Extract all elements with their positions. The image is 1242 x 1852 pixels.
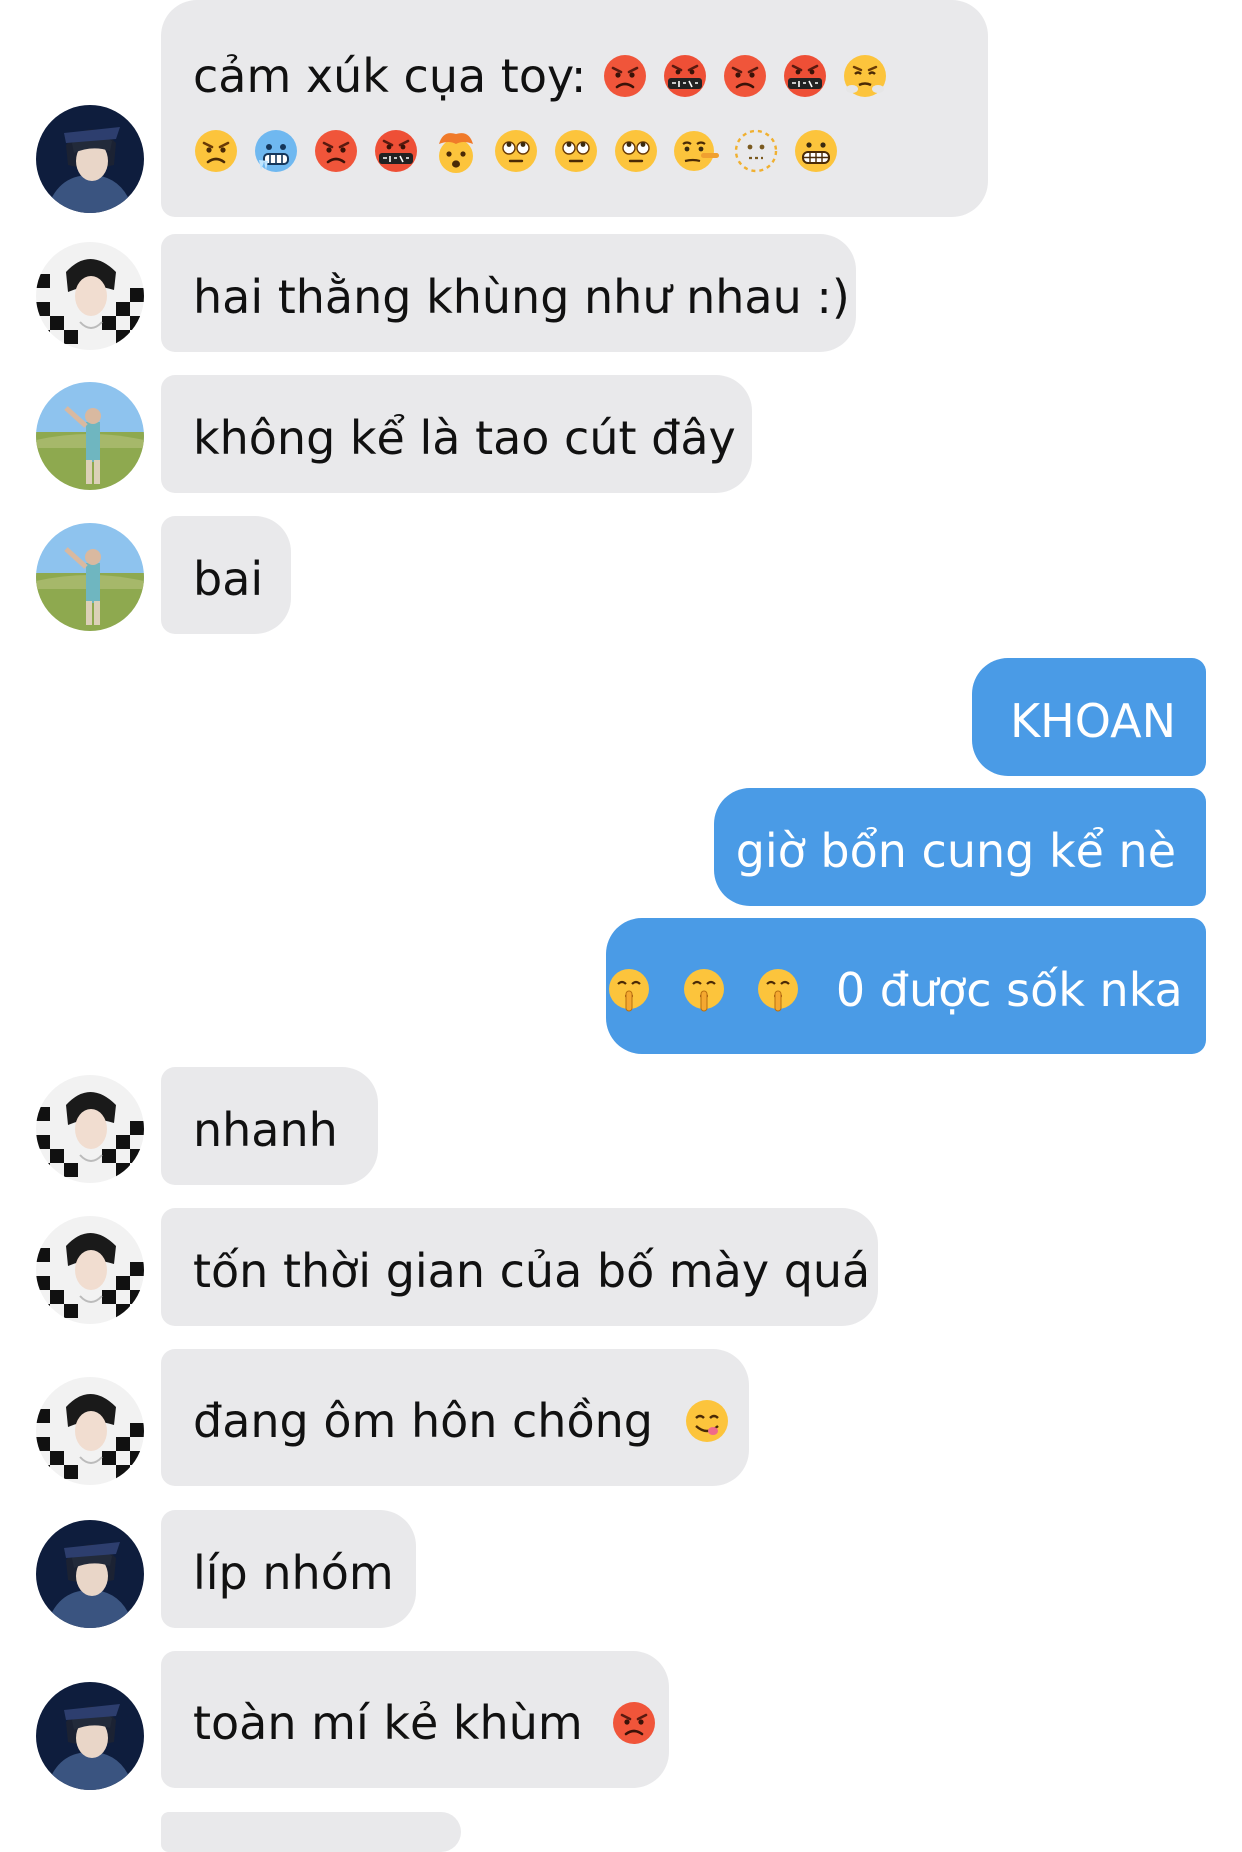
avatar-friend-field[interactable] — [36, 523, 144, 631]
pouting-face-icon — [722, 53, 768, 99]
face-with-symbols-on-mouth-icon — [662, 53, 708, 99]
avatar-friend-blue[interactable] — [36, 1682, 144, 1790]
message-text: bai — [193, 551, 264, 606]
message-text: hai thằng khùng như nhau :) — [193, 269, 850, 324]
face-with-rolling-eyes-icon — [613, 128, 659, 174]
message-bubble-partial[interactable] — [161, 1812, 461, 1852]
cold-face-icon — [253, 128, 299, 174]
message-text: cảm xúk cụa toy: — [193, 49, 587, 103]
message-bubble[interactable]: cảm xúk cụa toy: — [161, 0, 988, 217]
message-text: líp nhóm — [193, 1545, 394, 1600]
message-bubble[interactable]: tốn thời gian của bố mày quá — [161, 1208, 878, 1326]
avatar-friend-field[interactable] — [36, 382, 144, 490]
pouting-face-icon — [313, 128, 359, 174]
shushing-face-icon — [606, 967, 652, 1013]
exploding-head-icon — [433, 128, 479, 174]
dotted-line-face-icon — [733, 128, 779, 174]
face-savoring-food-icon — [684, 1398, 730, 1444]
message-text: toàn mí kẻ khùm — [193, 1695, 583, 1750]
avatar-friend-checker[interactable] — [36, 1377, 144, 1485]
message-bubble[interactable]: líp nhóm — [161, 1510, 416, 1628]
face-with-symbols-on-mouth-icon — [782, 53, 828, 99]
face-with-rolling-eyes-icon — [553, 128, 599, 174]
grimacing-face-icon — [793, 128, 839, 174]
message-bubble[interactable]: toàn mí kẻ khùm — [161, 1651, 669, 1788]
pouting-face-icon — [602, 53, 648, 99]
message-bubble[interactable]: không kể là tao cút đây — [161, 375, 752, 493]
message-text: KHOAN — [1009, 693, 1176, 748]
shushing-face-icon — [755, 967, 801, 1013]
message-bubble-outgoing[interactable]: 0 được sốk nka — [606, 918, 1206, 1054]
avatar-friend-checker[interactable] — [36, 1075, 144, 1183]
shushing-face-icon — [681, 967, 727, 1013]
face-with-rolling-eyes-icon — [493, 128, 539, 174]
pouting-face-icon — [611, 1700, 657, 1746]
angry-face-icon — [193, 128, 239, 174]
face-with-symbols-on-mouth-icon — [373, 128, 419, 174]
message-bubble[interactable]: nhanh — [161, 1067, 378, 1185]
message-bubble-outgoing[interactable]: giờ bổn cung kể nè — [714, 788, 1206, 906]
message-text: không kể là tao cút đây — [193, 410, 736, 465]
message-bubble[interactable]: bai — [161, 516, 291, 634]
avatar-friend-checker[interactable] — [36, 1216, 144, 1324]
face-with-steam-from-nose-icon — [842, 53, 888, 99]
message-bubble[interactable]: hai thằng khùng như nhau :) — [161, 234, 856, 352]
message-bubble-outgoing[interactable]: KHOAN — [972, 658, 1206, 776]
message-text: nhanh — [193, 1102, 338, 1157]
avatar-friend-blue[interactable] — [36, 1520, 144, 1628]
avatar-friend-blue[interactable] — [36, 105, 144, 213]
message-text: đang ôm hôn chồng — [193, 1393, 653, 1448]
message-text: giờ bổn cung kể nè — [735, 823, 1176, 878]
avatar-friend-checker[interactable] — [36, 242, 144, 350]
message-text: 0 được sốk nka — [835, 962, 1183, 1017]
message-text: tốn thời gian của bố mày quá — [193, 1243, 871, 1298]
lying-face-icon — [673, 128, 719, 174]
message-bubble[interactable]: đang ôm hôn chồng — [161, 1349, 749, 1486]
